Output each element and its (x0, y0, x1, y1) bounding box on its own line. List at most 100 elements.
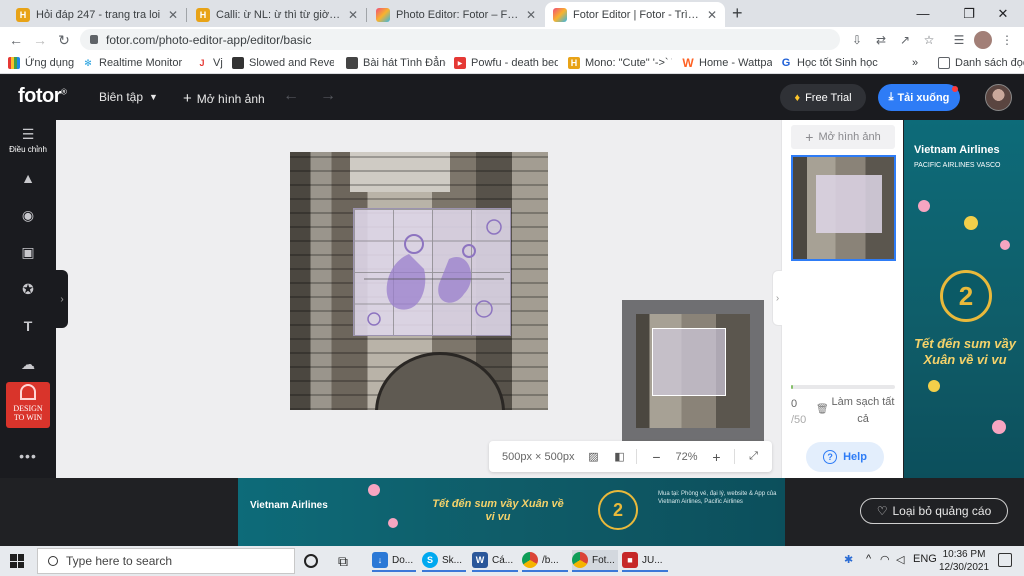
wattpad-icon: W (682, 56, 694, 70)
close-tab-icon[interactable]: ✕ (168, 8, 178, 22)
app-label: Do... (392, 554, 414, 566)
chrome-menu-icon[interactable]: ⋮ (998, 31, 1016, 49)
windows-start-icon[interactable] (10, 554, 24, 568)
image-icon[interactable]: ▨ (586, 450, 600, 464)
bookmark-vj[interactable]: J Vj (196, 55, 226, 71)
share-icon[interactable]: ↗ (896, 31, 914, 49)
reload-icon[interactable]: ↻ (54, 30, 74, 50)
rail-effects[interactable]: ▲ (0, 170, 56, 186)
browser-tab-photo-editor[interactable]: Photo Editor: Fotor – Free Online ✕ (368, 2, 544, 27)
zoom-in-icon[interactable]: + (710, 449, 724, 465)
navigator-minimap[interactable] (622, 300, 764, 442)
input-language[interactable]: ENG (913, 553, 937, 565)
browser-tab-fotor-editor[interactable]: Fotor Editor | Fotor - Trình chỉn ✕ (545, 2, 725, 27)
system-clock[interactable]: 10:36 PM 12/30/2021 (936, 548, 992, 574)
notification-center-icon[interactable] (998, 553, 1012, 567)
image-thumbnail[interactable] (791, 155, 896, 261)
fotor-logo[interactable]: fotor® (18, 85, 67, 108)
chevron-right-icon[interactable]: › (56, 270, 68, 328)
app-label: Cá... (492, 554, 514, 566)
wifi-icon[interactable]: ◠ (880, 553, 890, 566)
side-advertisement[interactable]: Vietnam Airlines PACIFIC AIRLINES VASCO … (904, 120, 1024, 478)
design-to-win-promo[interactable]: DESIGN TO WIN (6, 382, 50, 428)
bookmark-hoctot[interactable]: G Học tốt Sinh học 8... (780, 55, 880, 71)
storage-progress-bar (791, 385, 895, 389)
back-icon[interactable]: ← (6, 30, 26, 50)
help-button[interactable]: ? Help (806, 442, 884, 472)
address-bar[interactable]: fotor.com/photo-editor-app/editor/basic (80, 29, 840, 50)
bookmark-star-icon[interactable]: ☆ (920, 31, 938, 49)
taskbar-app-chrome[interactable]: /b... (522, 550, 568, 572)
plus-icon: + (805, 129, 814, 145)
browser-tab-calli[interactable]: H Calli: ừ NL: ừ thì từ giờ thấy tao c ✕ (188, 2, 366, 27)
task-view-icon[interactable]: ⧉ (338, 550, 348, 572)
bottom-advertisement[interactable]: Vietnam Airlines Tết đến sum vầy Xuân về… (238, 478, 785, 546)
close-tab-icon[interactable]: ✕ (348, 8, 358, 22)
undo-icon[interactable]: ← (283, 87, 299, 105)
forward-icon[interactable]: → (30, 30, 50, 50)
profile-avatar-icon[interactable] (974, 31, 992, 49)
more-tools-icon[interactable]: ••• (0, 448, 56, 464)
clear-all-button[interactable]: Làm sạch tất cả (830, 394, 896, 428)
user-avatar[interactable] (985, 84, 1012, 111)
rail-upload[interactable]: ☁ (0, 356, 56, 372)
remove-ads-button[interactable]: ♡ Loại bỏ quảng cáo (860, 498, 1008, 524)
bookmark-powfu[interactable]: ▶ Powfu - death bed (... (454, 55, 558, 71)
download-button[interactable]: ⤓ Tải xuống (878, 84, 960, 111)
remove-ads-label: Loại bỏ quảng cáo (892, 504, 992, 518)
add-image-button[interactable]: + Mở hình ảnh (791, 125, 895, 149)
compare-icon[interactable]: ◧ (612, 450, 626, 464)
bookmark-baihat[interactable]: Bài hát Tình Đẳng... (346, 55, 446, 71)
minimap-viewport[interactable] (652, 328, 726, 396)
rail-frames[interactable]: ▣ (0, 244, 56, 260)
bookmark-slowed[interactable]: Slowed and Reverb... (232, 55, 334, 71)
taskbar-app-word[interactable]: W Cá... (472, 550, 518, 572)
minimize-icon[interactable]: — (900, 0, 946, 27)
cortana-icon[interactable] (304, 550, 318, 572)
free-trial-button[interactable]: ♦ Free Trial (780, 84, 866, 111)
extensions-icon[interactable]: ☰ (950, 31, 968, 49)
trash-icon[interactable]: 🗑 (816, 404, 829, 415)
rail-stickers[interactable]: ✪ (0, 281, 56, 297)
install-icon[interactable]: ⇩ (848, 31, 866, 49)
bluetooth-icon[interactable]: ✱ (844, 553, 853, 566)
close-tab-icon[interactable]: ✕ (526, 8, 536, 22)
zoom-out-icon[interactable]: − (649, 449, 663, 465)
clock-date: 12/30/2021 (938, 562, 990, 573)
rail-text[interactable]: T (0, 318, 56, 334)
edit-menu[interactable]: Biên tập ▼ (99, 90, 158, 104)
bookmark-apps[interactable]: Ứng dụng (8, 55, 74, 71)
search-placeholder: Type here to search (66, 554, 173, 568)
bookmark-reading-list[interactable]: Danh sách đọc (938, 55, 1024, 71)
ad-brand: Vietnam Airlines (250, 500, 328, 511)
fit-screen-icon[interactable]: ⤢ (747, 450, 761, 464)
tray-overflow-icon[interactable]: ^ (866, 553, 871, 565)
search-icon (48, 556, 58, 566)
taskbar-app-ju[interactable]: ■ JU... (622, 550, 668, 572)
clock-time: 10:36 PM (942, 549, 986, 560)
overlay-layer[interactable] (353, 208, 511, 336)
browser-tab-hoidap[interactable]: H Hỏi đáp 247 - trang tra loi ✕ (8, 2, 186, 27)
rail-adjust[interactable]: ☰ Điều chỉnh (0, 126, 56, 155)
taskbar-app-downloads[interactable]: ↓ Do... (372, 550, 416, 572)
open-image-menu[interactable]: + Mở hình ảnh (183, 90, 265, 107)
taskbar-search[interactable]: Type here to search (37, 548, 295, 574)
taskbar-app-chrome-fotor[interactable]: Fot... (572, 550, 618, 572)
chevron-right-icon[interactable]: › (772, 270, 782, 326)
close-window-icon[interactable]: ✕ (980, 0, 1024, 27)
bookmark-wattpad[interactable]: W Home - Wattpad (682, 55, 772, 71)
redo-icon[interactable]: → (320, 87, 336, 105)
taskbar-app-skype[interactable]: S Sk... (422, 550, 466, 572)
rail-beauty[interactable]: ◉ (0, 207, 56, 223)
volume-icon[interactable]: ◁ (896, 553, 904, 566)
bookmarks-overflow[interactable]: » (912, 55, 918, 71)
new-tab-icon[interactable]: + (732, 3, 743, 24)
bookmark-label: Slowed and Reverb... (249, 57, 334, 69)
ad-badge: 2 (940, 270, 992, 322)
close-tab-icon[interactable]: ✕ (707, 8, 717, 22)
bookmark-mono[interactable]: H Mono: "Cute" '->` T... (568, 55, 672, 71)
translate-icon[interactable]: ⇄ (872, 31, 890, 49)
diamond-icon: ♦ (794, 91, 801, 104)
bookmark-realtime[interactable]: ✻ Realtime Monitorin... (82, 55, 182, 71)
tab-title: Hỏi đáp 247 - trang tra loi (36, 8, 161, 21)
